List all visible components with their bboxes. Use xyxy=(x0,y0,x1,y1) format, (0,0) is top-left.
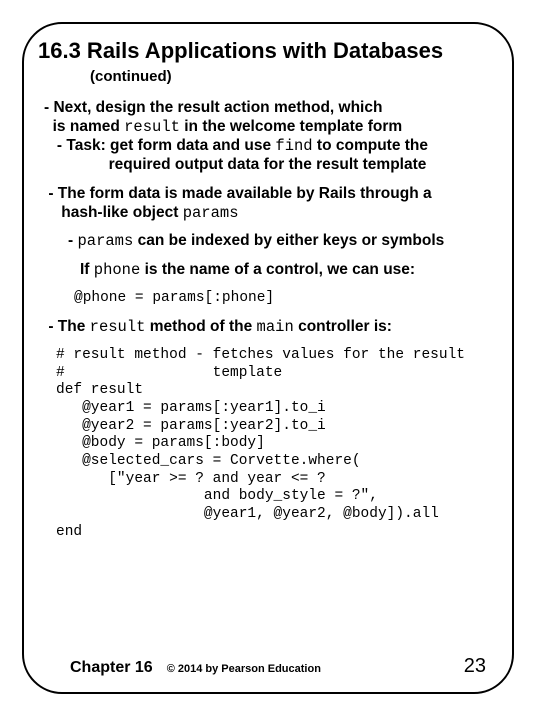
text: - Task: get form data and use xyxy=(57,137,275,154)
code-inline: params xyxy=(183,204,239,222)
bullet-result-method: - The result method of the main controll… xyxy=(38,318,502,337)
text: - The xyxy=(48,318,89,335)
code-phone-assign: @phone = params[:phone] xyxy=(74,290,502,308)
code-inline: main xyxy=(257,318,294,336)
text: required output data for the result temp… xyxy=(109,156,427,173)
text: in the welcome template form xyxy=(180,118,402,135)
text: - Next, design the result action method,… xyxy=(44,99,382,116)
section-title: 16.3 Rails Applications with Databases xyxy=(38,38,502,64)
chapter-label: Chapter 16 xyxy=(70,659,153,677)
bullet-form-data: - The form data is made available by Rai… xyxy=(38,185,502,223)
copyright: © 2014 by Pearson Education xyxy=(167,663,321,675)
page-number: 23 xyxy=(464,655,486,678)
text: hash-like object xyxy=(61,204,182,221)
code-inline: find xyxy=(275,137,312,155)
slide-body: - Next, design the result action method,… xyxy=(38,99,502,541)
text: to compute the xyxy=(313,137,428,154)
bullet-phone-example: If phone is the name of a control, we ca… xyxy=(38,261,502,280)
bullet-design-method: - Next, design the result action method,… xyxy=(38,99,502,175)
code-inline: phone xyxy=(94,261,141,279)
slide-frame: 16.3 Rails Applications with Databases (… xyxy=(22,22,514,694)
text: method of the xyxy=(145,318,256,335)
code-inline: result xyxy=(90,318,146,336)
text: controller is: xyxy=(294,318,392,335)
code-inline: params xyxy=(77,232,133,250)
text: is named xyxy=(53,118,125,135)
code-result-method: # result method - fetches values for the… xyxy=(56,347,502,542)
code-inline: result xyxy=(124,118,180,136)
text: If xyxy=(80,261,94,278)
footer: Chapter 16 © 2014 by Pearson Education 2… xyxy=(24,655,512,678)
text: is the name of a control, we can use: xyxy=(140,261,415,278)
continued-label: (continued) xyxy=(90,68,502,85)
text: can be indexed by either keys or symbols xyxy=(133,232,444,249)
text: - The form data is made available by Rai… xyxy=(48,185,431,202)
bullet-params-index: - params can be indexed by either keys o… xyxy=(38,232,502,251)
